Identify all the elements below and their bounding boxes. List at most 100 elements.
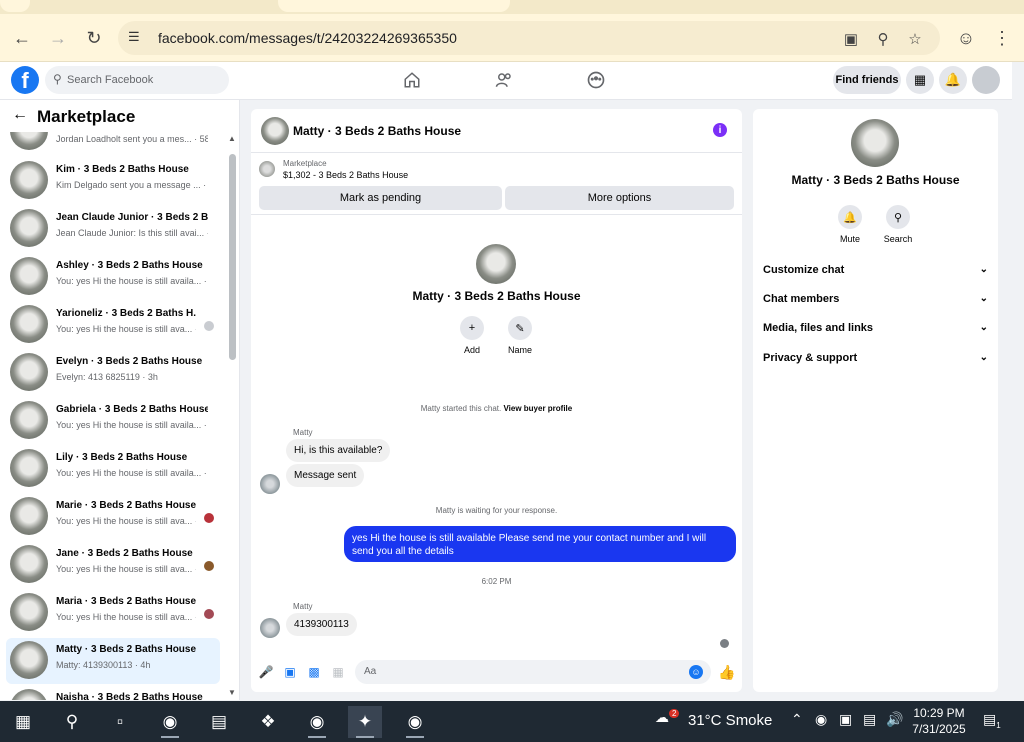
friends-icon[interactable] — [490, 68, 518, 92]
chrome-profile-icon[interactable]: ◉ — [300, 706, 334, 738]
microphone-icon[interactable]: 🎤 — [259, 665, 274, 679]
meet-icon[interactable]: ▣ — [839, 711, 852, 728]
incoming-message[interactable]: Hi, is this available? — [286, 439, 391, 462]
chevron-up-icon[interactable]: ⌃ — [791, 711, 803, 728]
emoji-icon[interactable]: ☺ — [689, 665, 703, 679]
record-icon[interactable]: ◉ — [815, 711, 827, 728]
customize-chat-section[interactable]: Customize chat ⌄ — [763, 264, 988, 284]
sender-avatar[interactable] — [260, 474, 280, 494]
outgoing-message[interactable]: yes Hi the house is still available Plea… — [344, 526, 736, 562]
page-scrollbar[interactable] — [1012, 62, 1024, 700]
more-options-button[interactable]: More options — [505, 186, 734, 210]
conversation-item[interactable]: Lily · 3 Beds 2 Baths House You: yes Hi … — [6, 446, 220, 492]
conversation-item[interactable]: Jane · 3 Beds 2 Baths House You: yes Hi … — [6, 542, 220, 588]
chevron-down-icon: ⌄ — [979, 264, 988, 275]
mark-as-pending-button[interactable]: Mark as pending — [259, 186, 502, 210]
add-person-icon[interactable]: + — [460, 316, 484, 340]
search-icon[interactable]: ⚲ — [886, 205, 910, 229]
task-view-icon[interactable]: ▫ — [103, 706, 137, 738]
add-action[interactable]: + Add — [452, 316, 492, 355]
weather-icon[interactable]: ☁ 2 — [655, 709, 680, 726]
conversation-item[interactable]: Yarioneliz · 3 Beds 2 Baths H... You: ye… — [6, 302, 220, 348]
incoming-message[interactable]: 4139300113 — [286, 613, 357, 636]
view-buyer-profile-link[interactable]: View buyer profile — [503, 404, 572, 413]
notifications-icon[interactable]: ▤1 — [983, 711, 1001, 730]
search-placeholder: Search Facebook — [67, 74, 154, 86]
search-icon[interactable]: ⚲ — [55, 706, 89, 738]
volume-icon[interactable]: 🔊 — [886, 711, 903, 728]
scroll-down-icon[interactable]: ▼ — [228, 688, 236, 697]
mute-action[interactable]: 🔔 Mute — [830, 205, 870, 244]
back-arrow-icon[interactable]: ← — [8, 24, 36, 52]
avatar — [10, 353, 48, 391]
home-icon[interactable] — [398, 68, 426, 92]
avatar — [10, 257, 48, 295]
message-input[interactable]: Aa ☺ — [355, 660, 711, 684]
weather-text[interactable]: 31°C Smoke — [688, 712, 772, 729]
facebook-search-input[interactable]: ⚲ Search Facebook — [45, 66, 229, 94]
listing-title[interactable]: $1,302 - 3 Beds 2 Baths House — [283, 170, 408, 180]
profile-icon[interactable]: ☺ — [952, 24, 980, 52]
network-icon[interactable]: ▤ — [863, 711, 876, 728]
photo-icon[interactable]: ▣ — [283, 665, 297, 679]
conversation-list-scrollbar[interactable] — [229, 154, 236, 360]
file-explorer-icon[interactable]: ▤ — [202, 706, 236, 738]
chrome-icon[interactable]: ◉ — [153, 706, 187, 738]
conversation-item[interactable]: Ashley · 3 Beds 2 Baths House You: yes H… — [6, 254, 220, 300]
chat-title[interactable]: Matty · 3 Beds 2 Baths House — [293, 124, 461, 138]
install-app-icon[interactable]: ▣ — [840, 28, 862, 50]
forward-arrow-icon[interactable]: → — [44, 24, 72, 52]
name-action[interactable]: ✎ Name — [500, 316, 540, 355]
chrome-profile-2-icon[interactable]: ◉ — [398, 706, 432, 738]
system-clock[interactable]: 10:29 PM 7/31/2025 — [912, 705, 966, 737]
conversation-item[interactable]: Jean Claude Junior · 3 Beds 2 B... Jean … — [6, 206, 220, 252]
pencil-icon[interactable]: ✎ — [508, 316, 532, 340]
find-friends-button[interactable]: Find friends — [833, 66, 901, 94]
address-bar[interactable]: ☰ facebook.com/messages/t/24203224269365… — [118, 21, 940, 55]
groups-icon[interactable] — [582, 68, 610, 92]
browser-tab-active[interactable] — [278, 0, 510, 12]
chat-avatar[interactable] — [261, 117, 289, 145]
account-avatar[interactable] — [972, 66, 1000, 94]
facebook-logo-icon[interactable]: f — [11, 66, 39, 94]
section-label: Media, files and links — [763, 322, 874, 334]
copilot-icon[interactable]: ❖ — [251, 706, 285, 738]
menu-grid-icon[interactable]: ▦ — [906, 66, 934, 94]
bell-icon[interactable]: 🔔 — [838, 205, 862, 229]
sender-avatar[interactable] — [260, 618, 280, 638]
thumbs-up-icon[interactable]: 👍 — [718, 664, 735, 680]
site-settings-icon[interactable]: ☰ — [128, 29, 146, 47]
reload-icon[interactable]: ↻ — [80, 24, 108, 52]
conversation-item[interactable]: Evelyn · 3 Beds 2 Baths House Evelyn: 41… — [6, 350, 220, 396]
url-text[interactable]: facebook.com/messages/t/2420322426936535… — [158, 30, 457, 46]
media-files-links-section[interactable]: Media, files and links ⌄ — [763, 322, 988, 342]
browser-tab-strip — [0, 0, 1024, 14]
zoom-icon[interactable]: ⚲ — [872, 28, 894, 50]
read-receipt-avatar — [204, 513, 214, 523]
notification-count: 1 — [996, 720, 1001, 730]
privacy-support-section[interactable]: Privacy & support ⌄ — [763, 352, 988, 372]
bookmark-star-icon[interactable]: ☆ — [904, 28, 926, 50]
conversation-item[interactable]: Kim · 3 Beds 2 Baths House Kim Delgado s… — [6, 158, 220, 204]
notifications-bell-icon[interactable]: 🔔 — [939, 66, 967, 94]
listing-thumbnail[interactable] — [259, 161, 275, 177]
back-arrow-icon[interactable]: ← — [12, 106, 28, 124]
conversation-item[interactable]: Gabriela · 3 Beds 2 Baths House You: yes… — [6, 398, 220, 444]
sticker-icon[interactable]: ▩ — [307, 665, 321, 679]
conversation-item[interactable]: Maria · 3 Beds 2 Baths House You: yes Hi… — [6, 590, 220, 636]
chat-members-section[interactable]: Chat members ⌄ — [763, 293, 988, 313]
paint-icon[interactable]: ✦ — [348, 706, 382, 738]
browser-menu-icon[interactable]: ⋮ — [988, 24, 1016, 52]
search-action[interactable]: ⚲ Search — [878, 205, 918, 244]
browser-tab[interactable] — [0, 0, 30, 12]
incoming-message[interactable]: Message sent — [286, 464, 365, 487]
chevron-down-icon: ⌄ — [979, 293, 988, 304]
conversation-item[interactable]: Naisha · 3 Beds 2 Baths House — [6, 686, 220, 700]
conversation-item[interactable]: Marie · 3 Beds 2 Baths House You: yes Hi… — [6, 494, 220, 540]
conversation-item-active[interactable]: Matty · 3 Beds 2 Baths House Matty: 4139… — [6, 638, 220, 684]
start-windows-icon[interactable]: ▦ — [6, 706, 40, 738]
scroll-up-icon[interactable]: ▲ — [228, 134, 236, 143]
gif-icon[interactable]: ▦ — [331, 665, 345, 679]
conversation-snippet: You: yes Hi the house is still ava... · … — [56, 324, 196, 334]
info-icon[interactable]: i — [713, 123, 727, 137]
